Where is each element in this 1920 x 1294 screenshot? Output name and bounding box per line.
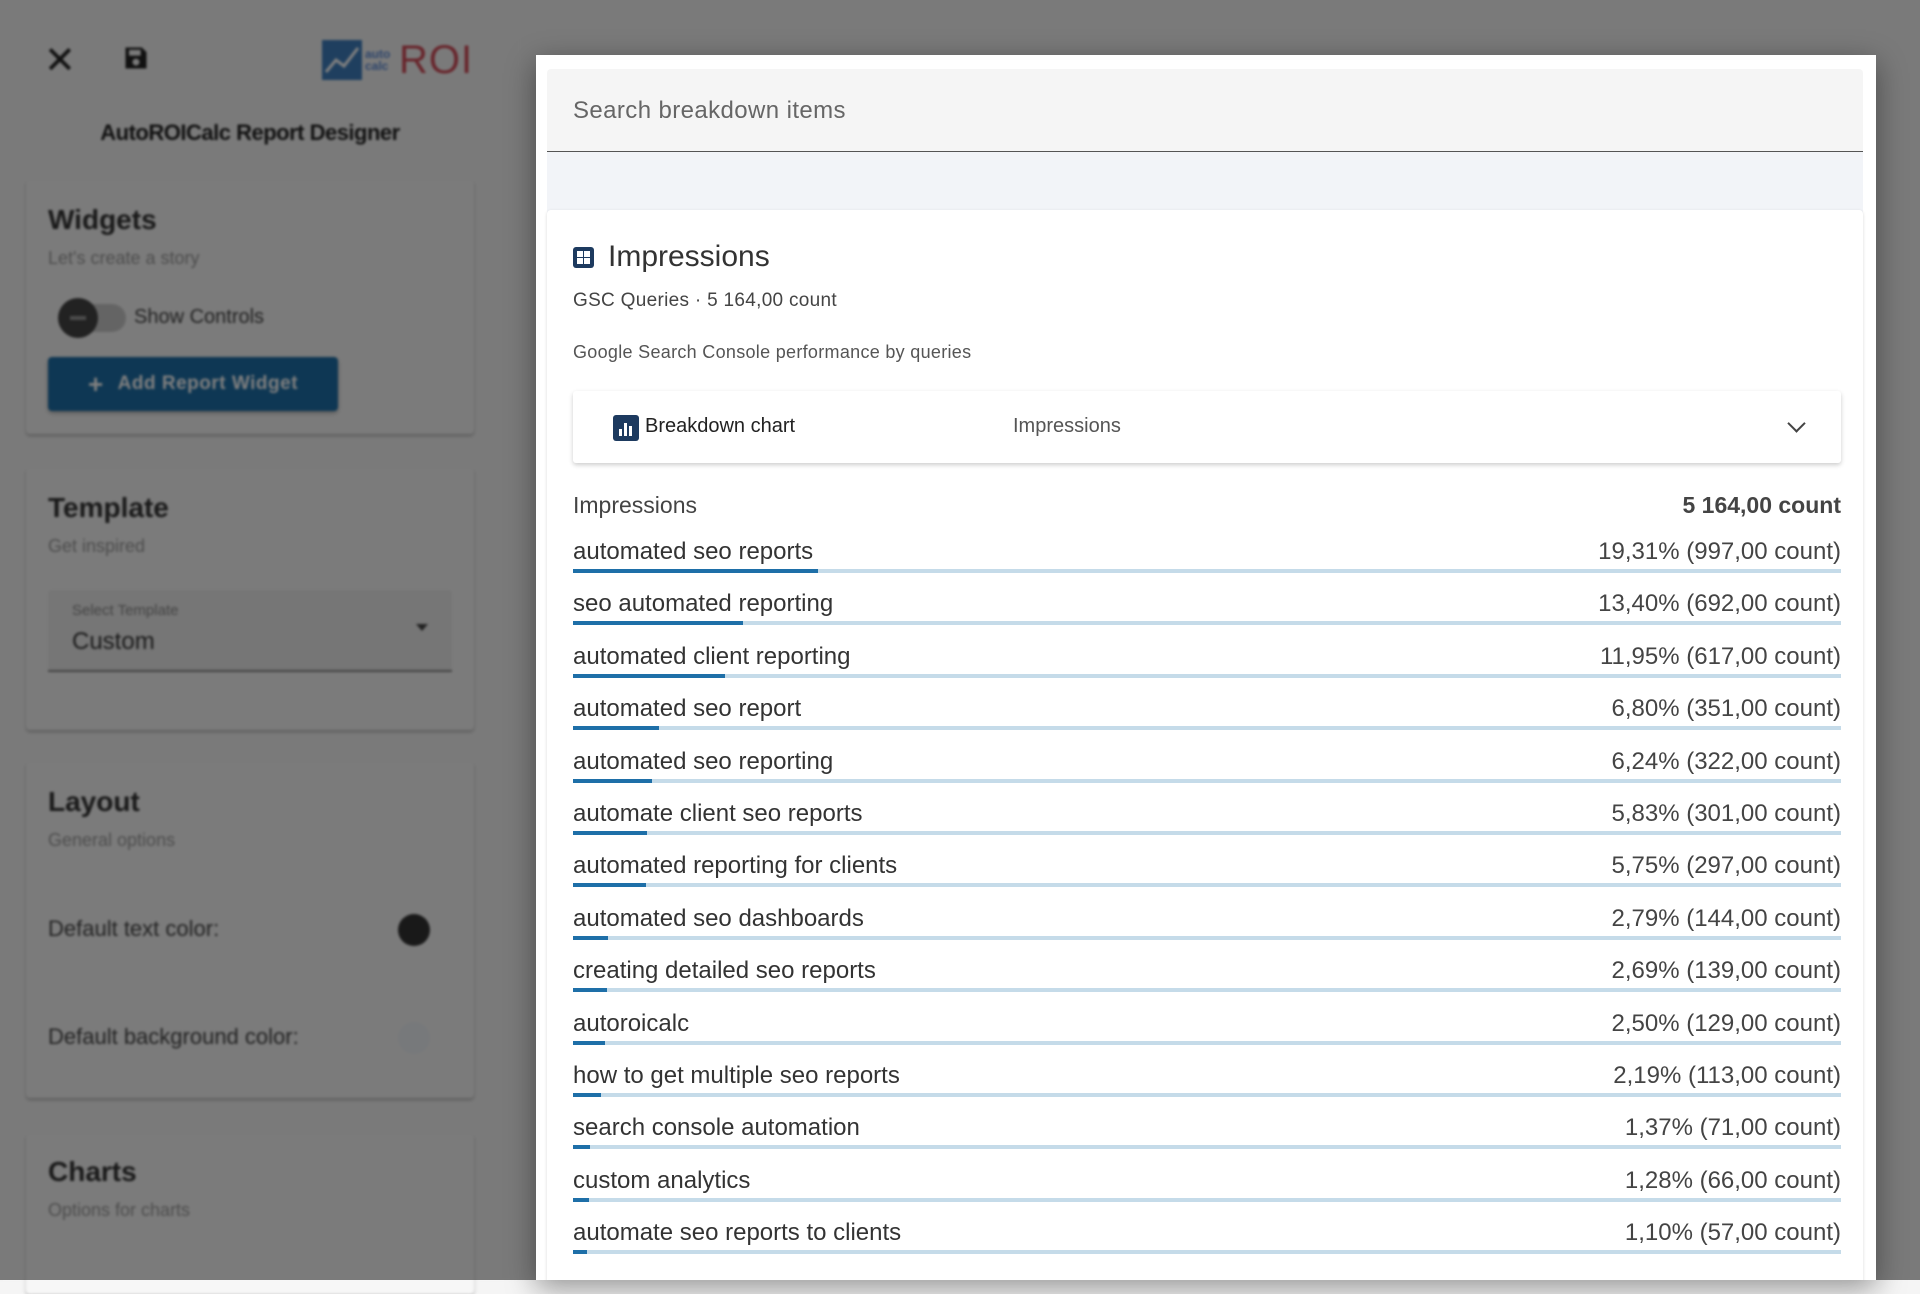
- breakdown-item-name: automated seo dashboards: [573, 904, 864, 932]
- breakdown-item-bar-track: [573, 883, 1841, 888]
- breakdown-item-name: seo automated reporting: [573, 590, 834, 618]
- breakdown-item-bar-track: [573, 1092, 1841, 1097]
- chevron-down-icon[interactable]: [1787, 414, 1806, 433]
- breakdown-item[interactable]: automated seo reports 19,31% (997,00 coun…: [573, 538, 1841, 590]
- breakdown-item-bar-track: [573, 726, 1841, 731]
- breakdown-item[interactable]: [573, 1271, 1841, 1280]
- search-input[interactable]: [571, 69, 1835, 153]
- breakdown-total-row: Impressions 5 164,00 count: [573, 492, 1841, 522]
- breakdown-item-name: automate seo reports to clients: [573, 1219, 902, 1247]
- breakdown-item-bar-fill: [573, 778, 653, 783]
- breakdown-item-name: automated seo report: [573, 695, 802, 723]
- chart-type-label: Breakdown chart: [645, 415, 796, 437]
- breakdown-item-percentage: 5,75% (297,00 count): [1611, 852, 1842, 880]
- breakdown-dialog: Impressions GSC Queries · 5 164,00 count…: [536, 55, 1876, 1280]
- breakdown-item-percentage: 5,83% (301,00 count): [1611, 799, 1842, 827]
- breakdown-item-bar-track: [573, 988, 1841, 993]
- breakdown-item-percentage: 2,79% (144,00 count): [1611, 904, 1842, 932]
- breakdown-item[interactable]: automated reporting for clients 5,75% (29…: [573, 852, 1841, 904]
- breakdown-item-bar-fill: [573, 621, 743, 626]
- bar-chart-icon: [613, 415, 639, 441]
- breakdown-item-bar-fill: [573, 569, 818, 573]
- breakdown-item-name: creating detailed seo reports: [573, 957, 876, 985]
- widget-title: Impressions: [608, 240, 770, 273]
- breakdown-item-bar-fill: [573, 1197, 590, 1202]
- breakdown-item-name: how to get multiple seo reports: [573, 1061, 900, 1089]
- breakdown-item-percentage: 11,95% (617,00 count): [1599, 642, 1841, 670]
- breakdown-item-percentage: 6,24% (322,00 count): [1611, 747, 1842, 775]
- breakdown-item[interactable]: automate seo reports to clients 1,10% (57…: [573, 1219, 1841, 1271]
- breakdown-item[interactable]: creating detailed seo reports 2,69% (139,…: [573, 957, 1841, 1009]
- breakdown-item-bar-fill: [573, 673, 725, 678]
- breakdown-item-name: automate client seo reports: [573, 799, 863, 827]
- total-label: Impressions: [573, 492, 697, 518]
- breakdown-item-bar-track: [573, 1040, 1841, 1045]
- breakdown-item-bar-fill: [573, 830, 647, 835]
- breakdown-item-name: search console automation: [573, 1114, 860, 1142]
- breakdown-item-name: automated seo reporting: [573, 747, 834, 775]
- chart-metric-label: Impressions: [1013, 415, 1121, 437]
- breakdown-item-percentage: 2,19% (113,00 count): [1613, 1061, 1841, 1089]
- breakdown-item-percentage: 13,40% (692,00 count): [1598, 590, 1841, 618]
- breakdown-item[interactable]: how to get multiple seo reports 2,19% (11…: [573, 1062, 1841, 1114]
- breakdown-item-bar-track: [573, 1250, 1841, 1255]
- breakdown-item-percentage: 1,28% (66,00 count): [1624, 1166, 1841, 1194]
- breakdown-item-bar-fill: [573, 1250, 587, 1255]
- breakdown-item-bar-track: [573, 778, 1841, 783]
- chart-type-expander[interactable]: Breakdown chart Impressions: [573, 391, 1841, 463]
- breakdown-item-percentage: 1,37% (71,00 count): [1624, 1114, 1841, 1142]
- breakdown-item-bar-fill: [573, 883, 646, 888]
- breakdown-item-bar-track: [573, 569, 1841, 573]
- widget-card: Impressions GSC Queries · 5 164,00 count…: [547, 210, 1863, 1280]
- breakdown-item-bar-fill: [573, 988, 608, 993]
- breakdown-item-percentage: 2,69% (139,00 count): [1611, 957, 1842, 985]
- breakdown-item-name: automated client reporting: [573, 642, 851, 670]
- breakdown-item-name: automated seo reports: [573, 538, 814, 565]
- breakdown-item-name: autoroicalc: [573, 1009, 690, 1037]
- breakdown-item[interactable]: automate client seo reports 5,83% (301,00…: [573, 800, 1841, 852]
- breakdown-item-bar-fill: [573, 1040, 605, 1045]
- breakdown-item-percentage: 1,10% (57,00 count): [1624, 1219, 1841, 1247]
- total-value: 5 164,00 count: [1682, 492, 1841, 518]
- widget-description: Google Search Console performance by que…: [573, 342, 972, 362]
- widget-header: Impressions: [573, 240, 770, 274]
- breakdown-item-bar-track: [573, 621, 1841, 626]
- breakdown-item[interactable]: custom analytics 1,28% (66,00 count): [573, 1167, 1841, 1219]
- breakdown-item-bar-track: [573, 1145, 1841, 1150]
- search-field: [547, 69, 1863, 153]
- breakdown-item-percentage: 2,50% (129,00 count): [1611, 1009, 1842, 1037]
- breakdown-item-bar-track: [573, 1197, 1841, 1202]
- widget-subtitle: GSC Queries · 5 164,00 count: [573, 290, 837, 311]
- breakdown-item-name: automated reporting for clients: [573, 852, 898, 880]
- breakdown-item-bar-fill: [573, 1092, 601, 1097]
- breakdown-item-percentage: 19,31% (997,00 count): [1598, 538, 1841, 565]
- breakdown-item-bar-fill: [573, 1145, 591, 1150]
- breakdown-item[interactable]: automated client reporting 11,95% (617,00…: [573, 643, 1841, 695]
- breakdown-item-bar-fill: [573, 935, 609, 940]
- breakdown-item-bar-track: [573, 830, 1841, 835]
- breakdown-item[interactable]: automated seo reporting 6,24% (322,00 cou…: [573, 748, 1841, 800]
- breakdown-item-bar-track: [573, 935, 1841, 940]
- breakdown-item-bar-track: [573, 673, 1841, 678]
- breakdown-item-name: custom analytics: [573, 1166, 751, 1194]
- breakdown-item-bar-fill: [573, 726, 660, 731]
- grid-icon: [573, 246, 594, 268]
- breakdown-item[interactable]: seo automated reporting 13,40% (692,00 co…: [573, 590, 1841, 642]
- dialog-content: Impressions GSC Queries · 5 164,00 count…: [547, 152, 1863, 1280]
- breakdown-item-percentage: 6,80% (351,00 count): [1611, 695, 1842, 723]
- breakdown-item[interactable]: automated seo dashboards 2,79% (144,00 co…: [573, 905, 1841, 957]
- breakdown-item[interactable]: autoroicalc 2,50% (129,00 count): [573, 1010, 1841, 1062]
- breakdown-item[interactable]: search console automation 1,37% (71,00 co…: [573, 1114, 1841, 1166]
- breakdown-item[interactable]: automated seo report 6,80% (351,00 count): [573, 695, 1841, 747]
- breakdown-list: automated seo reports 19,31% (997,00 coun…: [573, 538, 1841, 1280]
